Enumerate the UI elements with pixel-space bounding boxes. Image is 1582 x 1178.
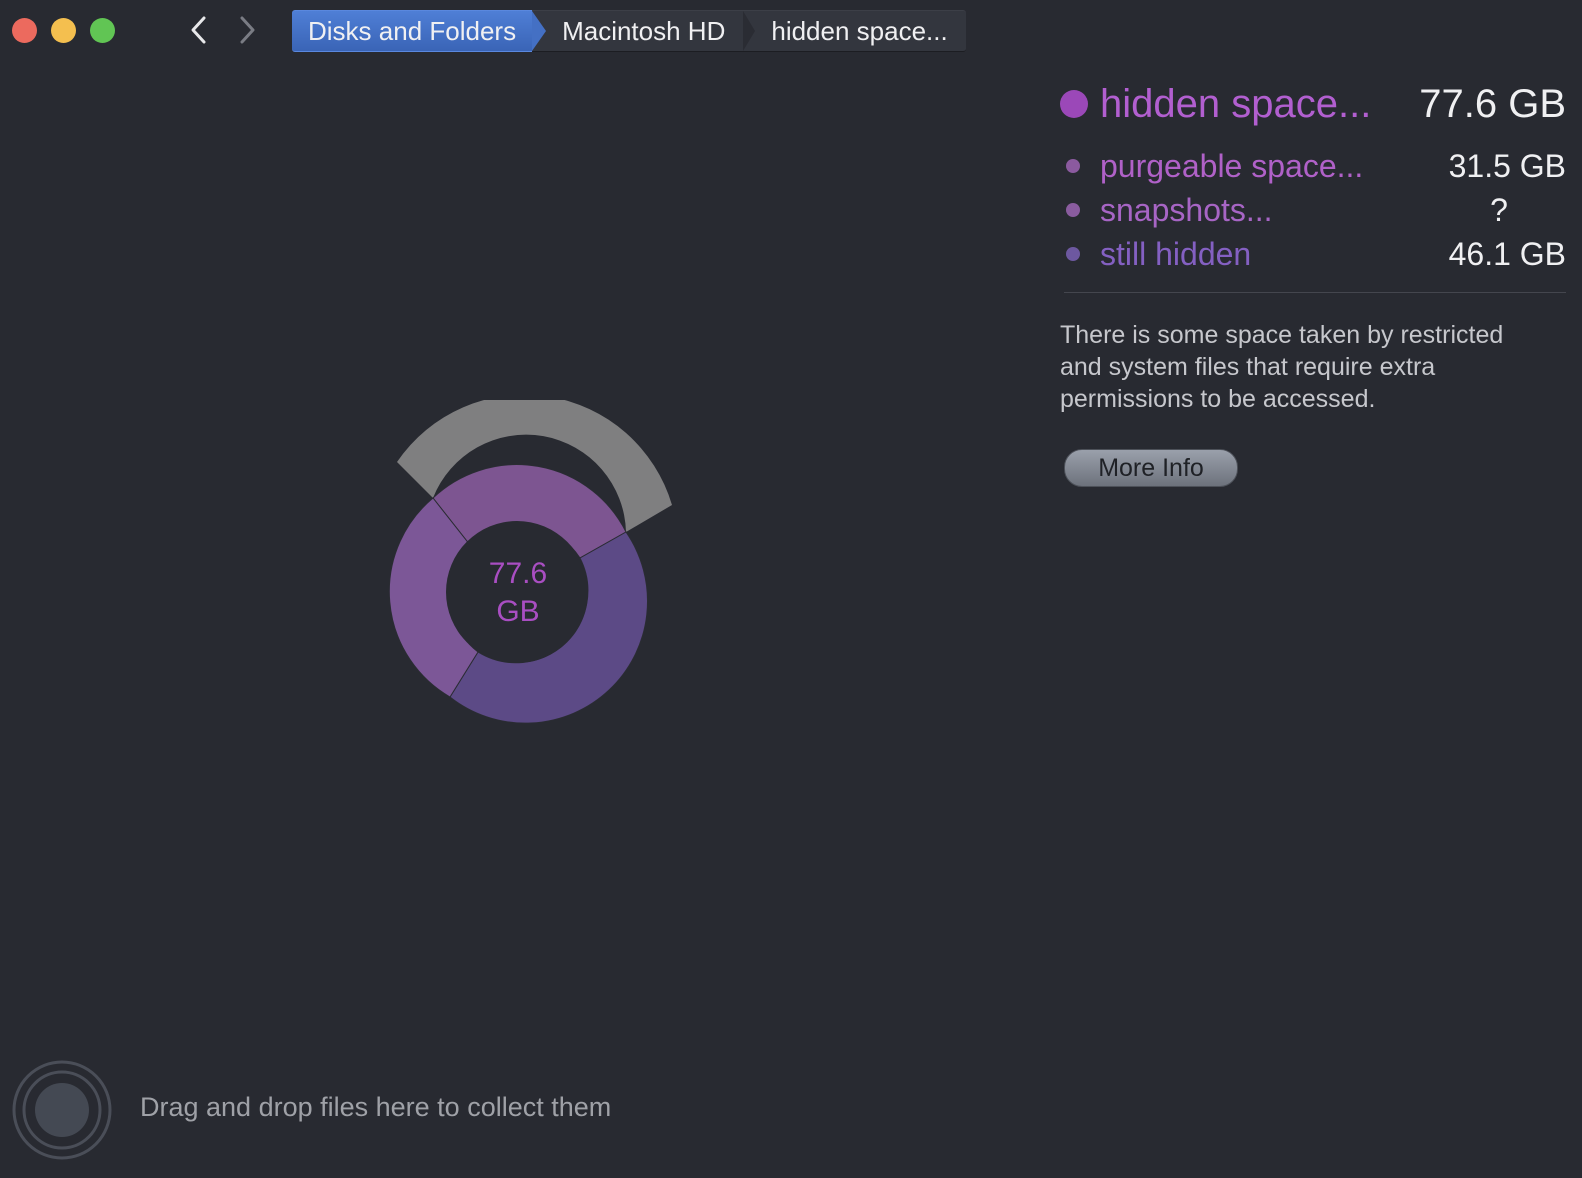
close-window-button[interactable] <box>12 18 37 43</box>
legend-item-name: snapshots... <box>1100 191 1273 228</box>
legend-item-size: ? <box>1490 191 1508 228</box>
breadcrumb-label: hidden space... <box>771 15 948 46</box>
breadcrumb-label: Disks and Folders <box>308 15 517 46</box>
legend-color-dot <box>1066 203 1080 217</box>
legend-item-still-hidden[interactable]: still hidden 46.1 GB <box>1060 232 1566 276</box>
legend-item-name: still hidden <box>1100 235 1252 272</box>
chevron-right-icon <box>240 16 255 44</box>
legend-item-name: purgeable space... <box>1100 147 1364 184</box>
minimize-window-button[interactable] <box>51 18 76 43</box>
back-button[interactable] <box>182 12 216 48</box>
divider <box>1064 292 1566 293</box>
breadcrumb-disks-and-folders[interactable]: Disks and Folders <box>292 10 547 52</box>
breadcrumb: Disks and Folders Macintosh HD hidden sp… <box>292 10 966 52</box>
legend-item-size: 31.5 GB <box>1448 147 1566 184</box>
breadcrumb-macintosh-hd[interactable]: Macintosh HD <box>532 10 756 52</box>
legend-header-size: 77.6 GB <box>1419 81 1566 126</box>
legend-item-snapshots[interactable]: snapshots... ? <box>1060 188 1566 232</box>
chart-center-label: 77.6 GB <box>448 555 588 631</box>
drop-zone-hint: Drag and drop files here to collect them <box>140 1092 612 1122</box>
center-value: 77.6 <box>488 557 548 590</box>
breadcrumb-label: Macintosh HD <box>562 15 726 46</box>
hidden-space-description: There is some space taken by restricted … <box>1060 321 1504 413</box>
window-controls <box>12 18 115 43</box>
legend-item-purgeable-space[interactable]: purgeable space... 31.5 GB <box>1060 144 1566 188</box>
legend-color-dot <box>1066 247 1080 261</box>
legend-header-name: hidden space... <box>1100 81 1372 126</box>
legend-color-dot <box>1066 159 1080 173</box>
center-unit: GB <box>496 595 540 628</box>
legend-color-dot <box>1060 90 1088 118</box>
legend-header[interactable]: hidden space... 77.6 GB <box>1060 80 1566 128</box>
drop-zone-icon[interactable] <box>12 1060 112 1160</box>
forward-button[interactable] <box>230 12 264 48</box>
more-info-button[interactable]: More Info <box>1064 449 1238 487</box>
legend-panel: hidden space... 77.6 GB purgeable space.… <box>1060 80 1566 487</box>
legend-item-size: 46.1 GB <box>1448 235 1566 272</box>
zoom-window-button[interactable] <box>90 18 115 43</box>
chevron-left-icon <box>191 16 206 44</box>
breadcrumb-hidden-space[interactable]: hidden space... <box>743 10 966 52</box>
